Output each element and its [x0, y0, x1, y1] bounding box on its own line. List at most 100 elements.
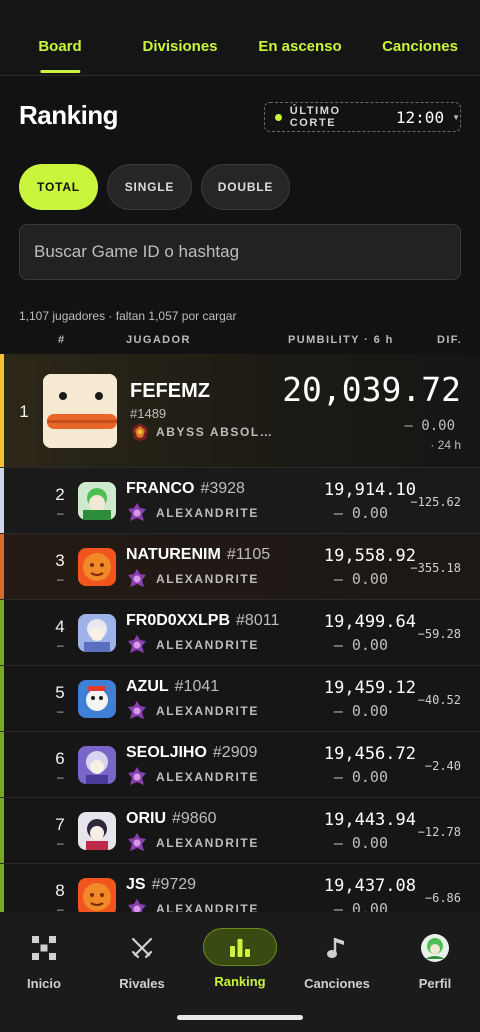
alexandrite-tier-icon — [128, 503, 146, 521]
player-name-text: FRANCO — [126, 480, 195, 497]
rank-number: 3 — [55, 551, 65, 570]
nav-canciones[interactable]: Canciones — [292, 928, 382, 991]
nav-perfil[interactable]: Perfil — [390, 928, 480, 991]
abyss-tier-icon — [132, 423, 148, 441]
player-score: 20,039.72 — [282, 370, 461, 409]
rank-color-bar — [0, 534, 4, 599]
trend-indicator: – — [57, 770, 64, 784]
table-row[interactable]: 8 – JS #9729 ALEXANDRITE 19,437.08 – 0.00… — [0, 864, 480, 914]
player-name-text: JS — [126, 876, 146, 893]
filter-total[interactable]: TOTAL — [19, 164, 98, 210]
player-score: 19,456.72 — [323, 744, 416, 764]
player-count: 1,107 jugadores · faltan 1,057 por carga… — [19, 309, 237, 323]
player-name: FEFEMZ — [130, 380, 210, 402]
table-row[interactable]: 7 – ORIU #9860 ALEXANDRITE 19,443.94 – 0.… — [0, 798, 480, 864]
dice-icon — [0, 928, 89, 968]
bar-chart-icon — [203, 928, 277, 966]
tier-badge: ALEXANDRITE — [126, 568, 259, 590]
nav-label: Ranking — [214, 974, 266, 989]
nav-rivales[interactable]: Rivales — [97, 928, 187, 991]
tier-name: ALEXANDRITE — [156, 836, 259, 850]
tab-canciones[interactable]: Canciones — [382, 38, 458, 55]
music-note-icon — [292, 928, 382, 968]
avatar — [78, 548, 116, 586]
nav-label: Rivales — [119, 976, 165, 991]
page-title: Ranking — [19, 100, 119, 130]
alexandrite-tier-icon — [128, 635, 146, 653]
player-tag: #1041 — [174, 678, 220, 695]
player-name-text: NATURENIM — [126, 546, 221, 563]
duck-avatar — [43, 374, 117, 448]
home-indicator — [177, 1015, 303, 1020]
nav-label: Inicio — [27, 976, 61, 991]
player-name: JS #9729 — [126, 876, 196, 894]
tier-name: ABYSS ABSOL… — [156, 425, 274, 439]
player-name: ORIU #9860 — [126, 810, 217, 828]
alexandrite-tier-icon — [128, 569, 146, 587]
column-diff: DIF. — [437, 334, 463, 346]
tier-name: ALEXANDRITE — [156, 704, 259, 718]
player-name-text: FR0D0XXLPB — [126, 612, 231, 629]
nav-ranking[interactable]: Ranking — [195, 928, 285, 989]
rank-color-bar — [0, 732, 4, 797]
player-score: 19,437.08 — [323, 876, 416, 896]
score-diff: −2.40 — [424, 759, 461, 773]
tier-name: ALEXANDRITE — [156, 770, 259, 784]
score-delta: – 0.00 — [333, 504, 388, 522]
rank-color-bar — [0, 600, 4, 665]
player-name: AZUL #1041 — [126, 678, 219, 696]
score-diff: −355.18 — [410, 561, 461, 575]
leader-row[interactable]: 1 FEFEMZ #1489 ABYSS ABSOL… 20,039.72 – … — [0, 354, 480, 468]
search-input[interactable] — [34, 242, 460, 262]
rank-number: 8 — [55, 881, 65, 900]
table-row[interactable]: 3 – NATURENIM #1105 ALEXANDRITE 19,558.92… — [0, 534, 480, 600]
table-row[interactable]: 6 – SEOLJIHO #2909 ALEXANDRITE 19,456.72 … — [0, 732, 480, 798]
tier-name: ALEXANDRITE — [156, 572, 259, 586]
table-row[interactable]: 4 – FR0D0XXLPB #8011 ALEXANDRITE 19,499.6… — [0, 600, 480, 666]
cutoff-label: ÚLTIMO CORTE — [289, 105, 341, 129]
filter-single[interactable]: SINGLE — [107, 164, 192, 210]
trend-indicator: – — [57, 506, 64, 520]
table-row[interactable]: 5 – AZUL #1041 ALEXANDRITE 19,459.12 – 0.… — [0, 666, 480, 732]
rank-number: 4 — [55, 617, 65, 636]
player-score: 19,914.10 — [323, 480, 416, 500]
rank-number: 2 — [55, 485, 65, 504]
filter-double[interactable]: DOUBLE — [201, 164, 290, 210]
rank-number: 6 — [55, 749, 65, 768]
score-diff: −59.28 — [417, 627, 461, 641]
alexandrite-tier-icon — [128, 767, 146, 785]
tab-divisiones[interactable]: Divisiones — [142, 38, 217, 55]
player-score: 19,459.12 — [323, 678, 416, 698]
player-name-text: SEOLJIHO — [126, 744, 207, 761]
player-name-text: ORIU — [126, 810, 166, 827]
rank-number: 7 — [55, 815, 65, 834]
cutoff-selector[interactable]: ÚLTIMO CORTE 12:00 ▼ — [264, 102, 461, 132]
trend-indicator: – — [57, 704, 64, 718]
alexandrite-tier-icon — [128, 833, 146, 851]
chevron-down-icon: ▼ — [452, 112, 460, 122]
nav-label: Perfil — [418, 976, 452, 991]
player-tag: #3928 — [200, 480, 245, 497]
score-delta: – 0.00 — [333, 834, 388, 852]
score-delta: – 0.00 — [333, 702, 388, 720]
player-score: 19,558.92 — [323, 546, 416, 566]
nav-inicio[interactable]: Inicio — [0, 928, 89, 991]
tab-board[interactable]: Board — [38, 38, 81, 55]
player-tag: #2909 — [212, 744, 258, 761]
rank-color-bar — [0, 798, 4, 863]
delta-window: · 24 h — [430, 438, 461, 452]
player-name-text: AZUL — [126, 678, 169, 695]
bottom-nav: Inicio Rivales Ranking Canciones Perfil — [0, 912, 480, 1032]
tier-badge: ALEXANDRITE — [126, 832, 259, 854]
column-rank: # — [58, 334, 66, 346]
score-delta: – 0.00 — [333, 768, 388, 786]
score-diff: −125.62 — [410, 495, 461, 509]
ranking-list[interactable]: 1 FEFEMZ #1489 ABYSS ABSOL… 20,039.72 – … — [0, 354, 480, 914]
nav-label: Canciones — [304, 976, 370, 991]
player-tag: #9860 — [172, 810, 217, 827]
profile-avatar-icon — [390, 928, 480, 968]
column-score: PUMBILITY · 6 h — [288, 334, 394, 346]
table-row[interactable]: 2 – FRANCO #3928 ALEXANDRITE 19,914.10 – … — [0, 468, 480, 534]
tab-en-ascenso[interactable]: En ascenso — [258, 38, 341, 55]
rank-color-bar — [0, 666, 4, 731]
